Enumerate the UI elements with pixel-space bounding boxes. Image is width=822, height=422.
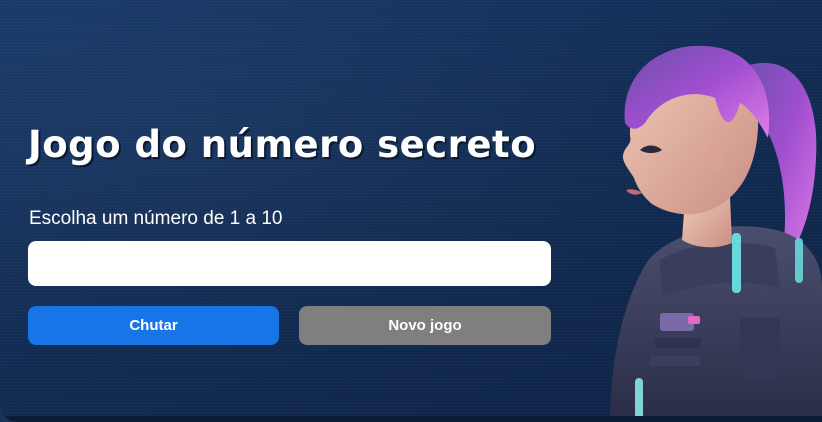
astronaut-girl-illustration	[610, 45, 822, 422]
guess-prompt-label: Escolha um número de 1 a 10	[29, 208, 283, 229]
new-game-button[interactable]: Novo jogo	[299, 306, 551, 345]
game-container: Jogo do número secreto Escolha um número…	[0, 0, 822, 422]
guess-input[interactable]	[28, 241, 551, 286]
bottom-edge	[0, 416, 822, 422]
page-title: Jogo do número secreto	[28, 123, 537, 166]
guess-button[interactable]: Chutar	[28, 306, 279, 345]
